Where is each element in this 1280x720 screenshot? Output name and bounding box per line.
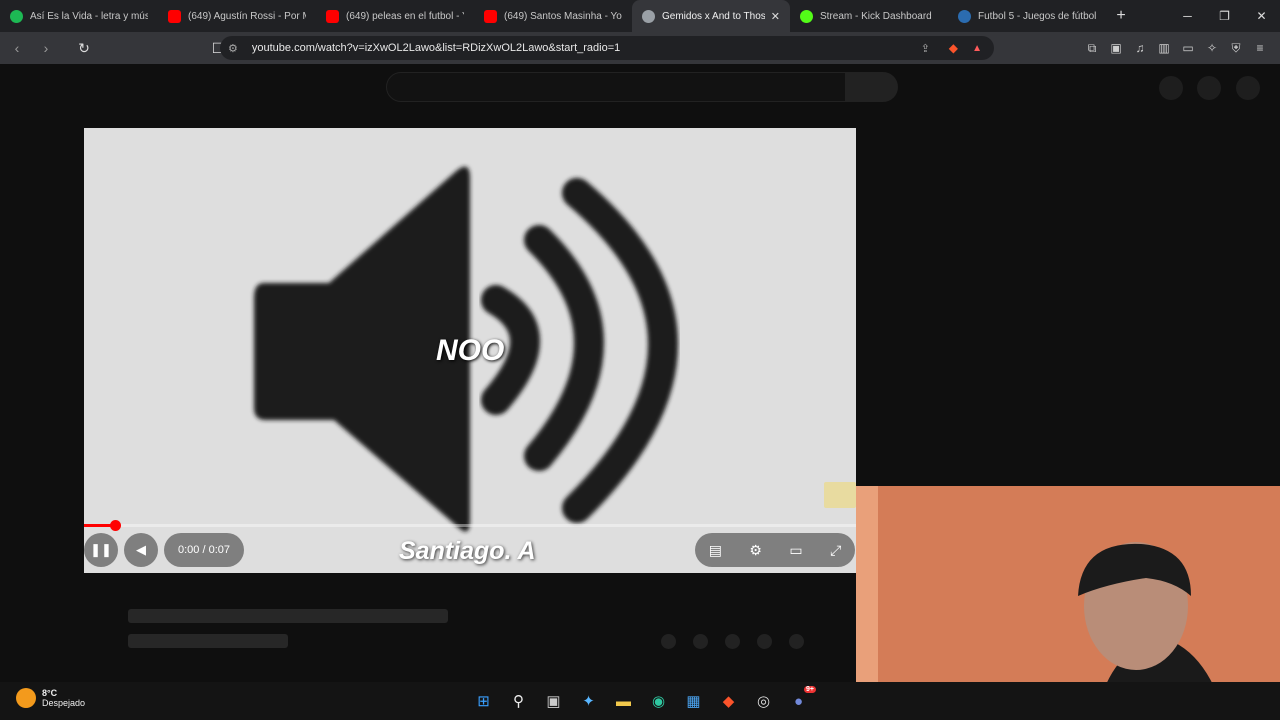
tab-title: Gemidos x And to Thos xyxy=(662,10,765,22)
notifications-icon[interactable] xyxy=(1197,76,1221,100)
search-icon[interactable]: ⚲ xyxy=(501,686,536,716)
action-placeholder xyxy=(693,634,708,649)
folder-icon xyxy=(824,482,856,508)
weather-widget[interactable]: 8°C Despejado xyxy=(16,688,85,708)
url-text[interactable]: youtube.com/watch?v=izXwOL2Lawo&list=RDi… xyxy=(252,42,620,54)
pause-icon: ❚❚ xyxy=(90,542,112,557)
brave-icon[interactable]: ◆ xyxy=(711,686,746,716)
action-placeholder xyxy=(757,634,772,649)
player-right-controls: ▤ ⚙ ▭ ⤢ xyxy=(695,533,855,567)
tab-title: (649) peleas en el futbol - Y xyxy=(346,10,464,22)
tab-title: Así Es la Vida - letra y músic xyxy=(30,10,148,22)
f5-icon xyxy=(958,9,971,23)
volume-button[interactable]: ◀ xyxy=(124,533,158,567)
discord-icon[interactable]: ● 9+ xyxy=(781,686,816,716)
copilot-icon[interactable]: ✦ xyxy=(571,686,606,716)
pause-button[interactable]: ❚❚ xyxy=(84,533,118,567)
settings-icon[interactable]: ⚙ xyxy=(749,542,762,559)
search-button[interactable] xyxy=(846,72,898,102)
tab-title: (649) Agustín Rossi - Por Mi xyxy=(188,10,306,22)
spotify-icon xyxy=(10,9,23,23)
close-window-icon[interactable]: ✕ xyxy=(1243,0,1280,32)
browser-tab[interactable]: Stream - Kick Dashboard xyxy=(790,0,948,32)
minimize-icon[interactable]: ─ xyxy=(1169,0,1206,32)
create-icon[interactable] xyxy=(1159,76,1183,100)
brave-rewards-icon[interactable]: ▲ xyxy=(972,43,982,54)
subtitle-placeholder xyxy=(128,634,288,648)
new-tab-button[interactable]: + xyxy=(1106,7,1136,25)
sidebar-icon[interactable]: ▥ xyxy=(1152,41,1176,55)
browser-tab[interactable]: Futbol 5 - Juegos de fútbol xyxy=(948,0,1106,32)
restore-icon[interactable]: ❐ xyxy=(1206,0,1243,32)
avatar[interactable] xyxy=(1236,76,1260,100)
time-display: 0:00 / 0:07 xyxy=(164,533,244,567)
taskbar-apps: ⊞ ⚲ ▣ ✦ ▬ ◉ ▦ ◆ ◎ ● 9+ xyxy=(466,686,816,716)
watermark-text: Santiago. A xyxy=(399,537,536,565)
fullscreen-icon[interactable]: ⤢ xyxy=(830,542,841,559)
tabs: Así Es la Vida - letra y músic (649) Agus… xyxy=(0,0,1106,32)
search-input[interactable] xyxy=(386,72,846,102)
weather-status: Despejado xyxy=(42,698,86,708)
tab-title: Futbol 5 - Juegos de fútbol xyxy=(978,10,1096,22)
browser-tab[interactable]: Gemidos x And to Thos ✕ xyxy=(632,0,790,32)
task-view-icon[interactable]: ▣ xyxy=(536,686,571,716)
back-icon[interactable]: ‹ xyxy=(5,40,29,56)
brave-shield-icon[interactable]: ◆ xyxy=(949,41,958,55)
kick-icon xyxy=(800,9,813,23)
extensions-icon[interactable]: ⧉ xyxy=(1080,41,1104,56)
volume-icon: ◀ xyxy=(136,542,146,557)
globe-icon xyxy=(642,9,655,23)
action-placeholder xyxy=(789,634,804,649)
weather-icon xyxy=(16,688,36,708)
video-player[interactable]: NOO Santiago. A xyxy=(84,128,856,573)
leo-ai-icon[interactable]: ✧ xyxy=(1200,41,1224,55)
menu-icon[interactable]: ≡ xyxy=(1248,41,1272,55)
close-tab-icon[interactable]: ✕ xyxy=(771,10,780,23)
vpn-icon[interactable]: ⛨ xyxy=(1224,41,1248,56)
reload-icon[interactable]: ↻ xyxy=(72,40,96,57)
media-icon[interactable]: ♫ xyxy=(1128,41,1152,55)
tab-title: (649) Santos Masinha - You xyxy=(504,10,622,22)
obs-icon[interactable]: ◎ xyxy=(746,686,781,716)
action-placeholder xyxy=(661,634,676,649)
subtitles-icon[interactable]: ▤ xyxy=(709,542,722,559)
tab-strip: Así Es la Vida - letra y músic (649) Agus… xyxy=(0,0,1280,32)
overlay-text: NOO xyxy=(436,334,505,367)
browser-tab[interactable]: (649) Santos Masinha - You xyxy=(474,0,632,32)
edge-icon[interactable]: ◉ xyxy=(641,686,676,716)
title-placeholder xyxy=(128,609,448,623)
action-placeholder xyxy=(725,634,740,649)
toolbar-right-icons: ⧉ ▣ ♫ ▥ ▭ ✧ ⛨ ≡ xyxy=(1080,32,1272,64)
store-icon[interactable]: ▦ xyxy=(676,686,711,716)
browser-tab[interactable]: (649) peleas en el futbol - Y xyxy=(316,0,474,32)
forward-icon[interactable]: › xyxy=(34,40,58,56)
scrubber-handle[interactable] xyxy=(109,520,121,531)
windows-start-icon[interactable]: ⊞ xyxy=(466,686,501,716)
discord-badge: 9+ xyxy=(804,686,816,693)
browser-toolbar: ‹ › ↻ ☐ ⚙ youtube.com/watch?v=izXwOL2Law… xyxy=(0,32,1280,64)
screenshot-icon[interactable]: ▣ xyxy=(1104,41,1128,55)
youtube-icon xyxy=(326,9,339,23)
taskbar: 8°C Despejado ⊞ ⚲ ▣ ✦ ▬ ◉ ▦ ◆ ◎ ● 9+ xyxy=(0,682,1280,720)
wallet-icon[interactable]: ▭ xyxy=(1176,41,1200,55)
file-explorer-icon[interactable]: ▬ xyxy=(606,686,641,716)
site-info-icon[interactable]: ⚙ xyxy=(228,42,238,55)
progress-bar[interactable] xyxy=(84,520,856,531)
youtube-icon xyxy=(484,9,497,23)
theater-mode-icon[interactable]: ▭ xyxy=(789,542,802,559)
address-bar[interactable]: ⚙ youtube.com/watch?v=izXwOL2Lawo&list=R… xyxy=(220,36,994,60)
temperature: 8°C xyxy=(42,688,58,698)
window-controls: ─ ❐ ✕ xyxy=(1169,0,1280,32)
youtube-icon xyxy=(168,9,181,23)
browser-tab[interactable]: (649) Agustín Rossi - Por Mi xyxy=(158,0,316,32)
tab-title: Stream - Kick Dashboard xyxy=(820,10,932,22)
browser-tab[interactable]: Así Es la Vida - letra y músic xyxy=(0,0,158,32)
share-icon[interactable]: ⇪ xyxy=(921,42,930,55)
